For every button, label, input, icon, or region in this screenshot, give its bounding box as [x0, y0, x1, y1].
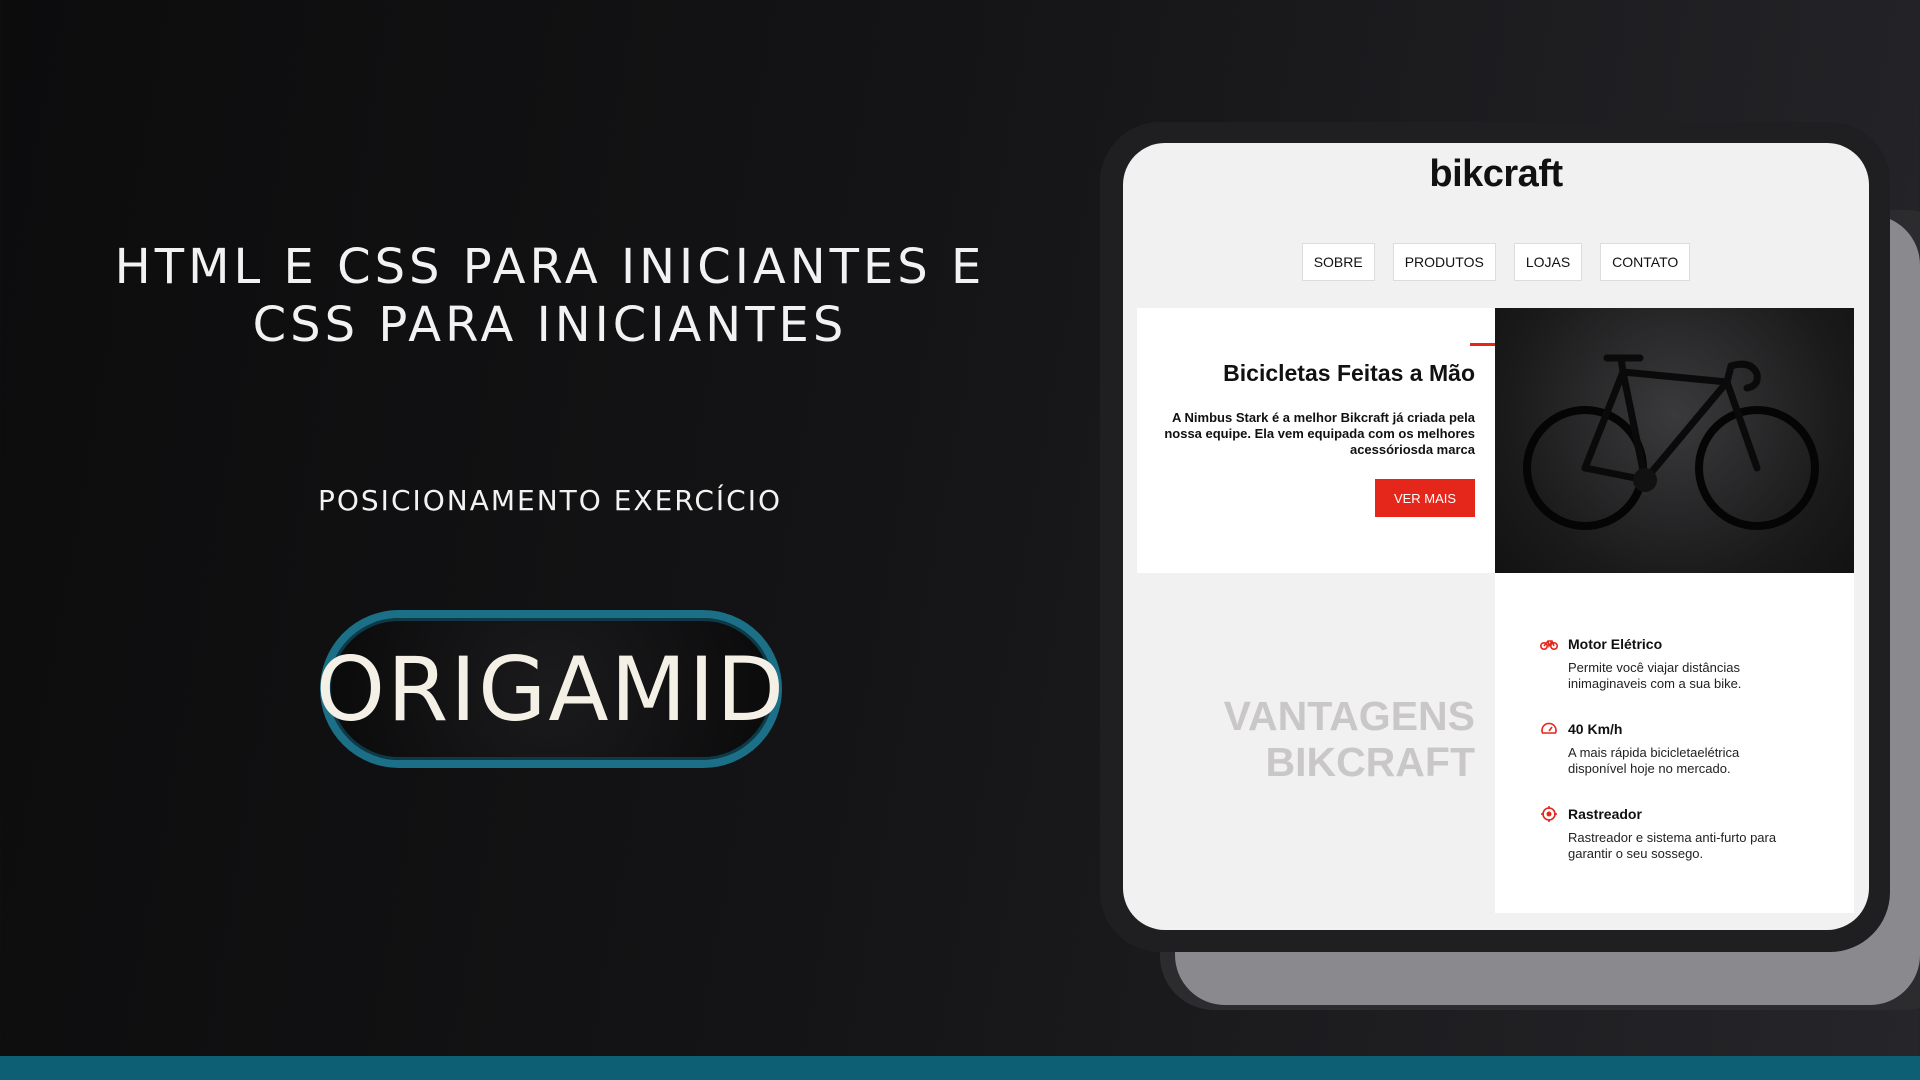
- website-preview: bikcraft SOBRE PRODUTOS LOJAS CONTATO Bi…: [1123, 143, 1869, 930]
- speedometer-icon: [1541, 722, 1557, 734]
- feature-desc: Rastreador e sistema anti-furto para gar…: [1568, 830, 1777, 861]
- course-title: HTML E CSS PARA INICIANTES E CSS PARA IN…: [114, 239, 986, 353]
- feature-desc: A mais rápida bicicletaelétrica disponív…: [1568, 745, 1740, 776]
- features-panel: Motor Elétrico Permite você viajar distâ…: [1495, 573, 1854, 913]
- bike-image: [1495, 308, 1854, 573]
- site-nav: SOBRE PRODUTOS LOJAS CONTATO: [1123, 243, 1869, 281]
- hero-description: A Nimbus Stark é a melhor Bikcraft já cr…: [1164, 410, 1475, 457]
- vantagens-line-1: VANTAGENS: [1223, 693, 1475, 739]
- target-icon: [1541, 806, 1557, 822]
- origamid-logo: ORIGAMID: [316, 610, 784, 768]
- site-logo[interactable]: bikcraft: [1123, 153, 1869, 196]
- logo-text: ORIGAMID: [315, 637, 787, 741]
- ver-mais-button[interactable]: VER MAIS: [1375, 479, 1475, 517]
- nav-item-sobre[interactable]: SOBRE: [1301, 243, 1375, 281]
- hero-title: Bicicletas Feitas a Mão: [1223, 360, 1475, 386]
- course-subtitle: POSICIONAMENTO EXERCÍCIO: [317, 484, 783, 517]
- feature-title: Rastreador: [1568, 806, 1642, 822]
- vantagens-heading: VANTAGENS BIKCRAFT: [1137, 693, 1495, 785]
- nav-item-contato[interactable]: CONTATO: [1600, 243, 1691, 281]
- bike-icon: [1540, 640, 1558, 650]
- bicycle-icon: [1523, 354, 1819, 530]
- vantagens-line-2: BIKCRAFT: [1265, 739, 1475, 785]
- nav-item-produtos[interactable]: PRODUTOS: [1392, 243, 1496, 281]
- nav-item-lojas[interactable]: LOJAS: [1513, 243, 1583, 281]
- feature-desc: Permite você viajar distâncias inimagina…: [1568, 660, 1742, 691]
- feature-title: 40 Km/h: [1568, 721, 1623, 737]
- bottom-bar: [0, 1056, 1920, 1080]
- feature-title: Motor Elétrico: [1568, 636, 1663, 652]
- hero-text-panel: Bicicletas Feitas a Mão A Nimbus Stark é…: [1137, 308, 1495, 573]
